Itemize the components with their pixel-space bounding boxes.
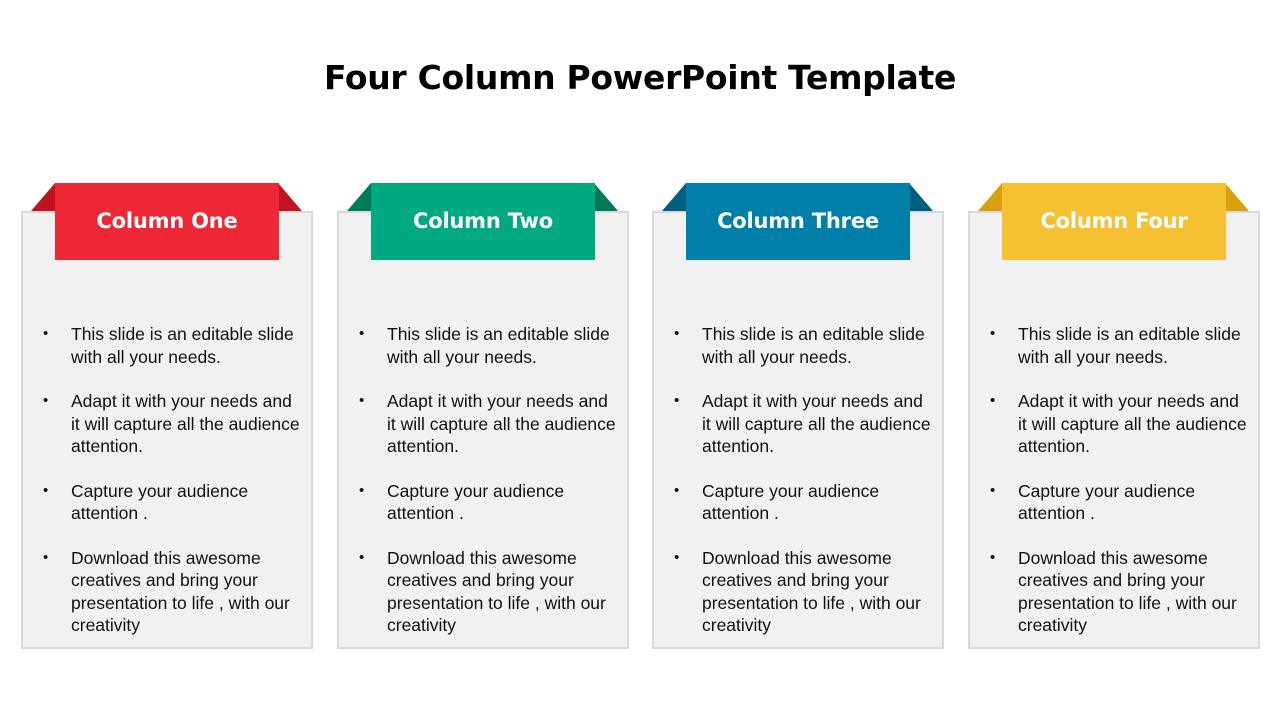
bullet-list: • This slide is an editable slide with al… <box>990 323 1250 659</box>
bullet-icon: • <box>43 392 49 409</box>
bullet-item: • Capture your audience attention . <box>990 480 1250 525</box>
column-heading-ribbon: Column Four <box>1002 183 1226 260</box>
bullet-item: • Capture your audience attention . <box>674 480 934 525</box>
bullet-text: Capture your audience attention . <box>702 480 880 524</box>
bullet-list: • This slide is an editable slide with al… <box>43 323 303 659</box>
bullet-text: Adapt it with your needs and it will cap… <box>71 391 300 456</box>
bullet-text: Capture your audience attention . <box>71 480 249 524</box>
ribbon-fold-right <box>1225 183 1249 211</box>
bullet-text: Download this awesome creatives and brin… <box>71 547 290 636</box>
bullet-icon: • <box>990 481 996 499</box>
bullet-item: • This slide is an editable slide with al… <box>43 323 303 368</box>
bullet-text: This slide is an editable slide with all… <box>1018 324 1241 367</box>
bullet-text: This slide is an editable slide with all… <box>71 324 294 367</box>
column-card: • This slide is an editable slide with al… <box>337 211 629 649</box>
bullet-text: Capture your audience attention . <box>387 480 565 524</box>
column-card: • This slide is an editable slide with al… <box>968 211 1260 649</box>
ribbon-fold-left <box>662 183 686 211</box>
column-heading-ribbon: Column Two <box>371 183 595 260</box>
bullet-icon: • <box>990 392 996 409</box>
column-heading: Column Two <box>413 208 553 233</box>
bullet-text: Download this awesome creatives and brin… <box>702 547 921 636</box>
ribbon-fold-left <box>31 183 55 211</box>
bullet-text: This slide is an editable slide with all… <box>702 324 925 367</box>
column-two: • This slide is an editable slide with al… <box>337 183 631 649</box>
column-heading-ribbon: Column One <box>55 183 279 260</box>
bullet-item: • This slide is an editable slide with al… <box>359 323 619 368</box>
ribbon-fold-right <box>594 183 618 211</box>
bullet-item: • Capture your audience attention . <box>359 480 619 525</box>
column-three: • This slide is an editable slide with al… <box>652 183 946 649</box>
bullet-item: • Adapt it with your needs and it will ca… <box>990 390 1250 458</box>
ribbon-fold-right <box>278 183 302 211</box>
bullet-icon: • <box>359 481 365 499</box>
bullet-item: • This slide is an editable slide with al… <box>674 323 934 368</box>
ribbon-fold-left <box>978 183 1002 211</box>
column-heading: Column One <box>96 208 238 233</box>
bullet-item: • Adapt it with your needs and it will ca… <box>674 390 934 458</box>
bullet-item: • Download this awesome creatives and bri… <box>990 547 1250 637</box>
column-card: • This slide is an editable slide with al… <box>21 211 313 649</box>
column-one: • This slide is an editable slide with al… <box>21 183 315 649</box>
bullet-item: • Adapt it with your needs and it will ca… <box>359 390 619 458</box>
bullet-list: • This slide is an editable slide with al… <box>674 323 934 659</box>
bullet-text: Download this awesome creatives and brin… <box>1018 547 1237 636</box>
bullet-icon: • <box>43 548 49 566</box>
column-four: • This slide is an editable slide with al… <box>968 183 1262 649</box>
bullet-text: Download this awesome creatives and brin… <box>387 547 606 636</box>
bullet-text: Capture your audience attention . <box>1018 480 1196 524</box>
bullet-text: Adapt it with your needs and it will cap… <box>702 391 931 456</box>
bullet-icon: • <box>359 325 365 342</box>
bullet-list: • This slide is an editable slide with al… <box>359 323 619 659</box>
column-card: • This slide is an editable slide with al… <box>652 211 944 649</box>
bullet-icon: • <box>674 548 680 566</box>
bullet-item: • Capture your audience attention . <box>43 480 303 525</box>
slide-title: Four Column PowerPoint Template <box>323 58 957 97</box>
bullet-text: This slide is an editable slide with all… <box>387 324 610 367</box>
bullet-text: Adapt it with your needs and it will cap… <box>387 391 616 456</box>
column-heading: Column Three <box>717 208 879 233</box>
bullet-item: • This slide is an editable slide with al… <box>990 323 1250 368</box>
bullet-item: • Download this awesome creatives and bri… <box>43 547 303 637</box>
column-heading: Column Four <box>1040 208 1188 233</box>
bullet-icon: • <box>990 325 996 342</box>
bullet-icon: • <box>674 481 680 499</box>
bullet-item: • Download this awesome creatives and bri… <box>359 547 619 637</box>
bullet-text: Adapt it with your needs and it will cap… <box>1018 391 1247 456</box>
bullet-icon: • <box>359 392 365 409</box>
bullet-icon: • <box>674 325 680 342</box>
bullet-icon: • <box>43 325 49 342</box>
bullet-icon: • <box>990 548 996 566</box>
ribbon-fold-right <box>909 183 933 211</box>
column-heading-ribbon: Column Three <box>686 183 910 260</box>
bullet-item: • Download this awesome creatives and bri… <box>674 547 934 637</box>
bullet-icon: • <box>359 548 365 566</box>
bullet-icon: • <box>43 481 49 499</box>
bullet-icon: • <box>674 392 680 409</box>
ribbon-fold-left <box>347 183 371 211</box>
bullet-item: • Adapt it with your needs and it will ca… <box>43 390 303 458</box>
